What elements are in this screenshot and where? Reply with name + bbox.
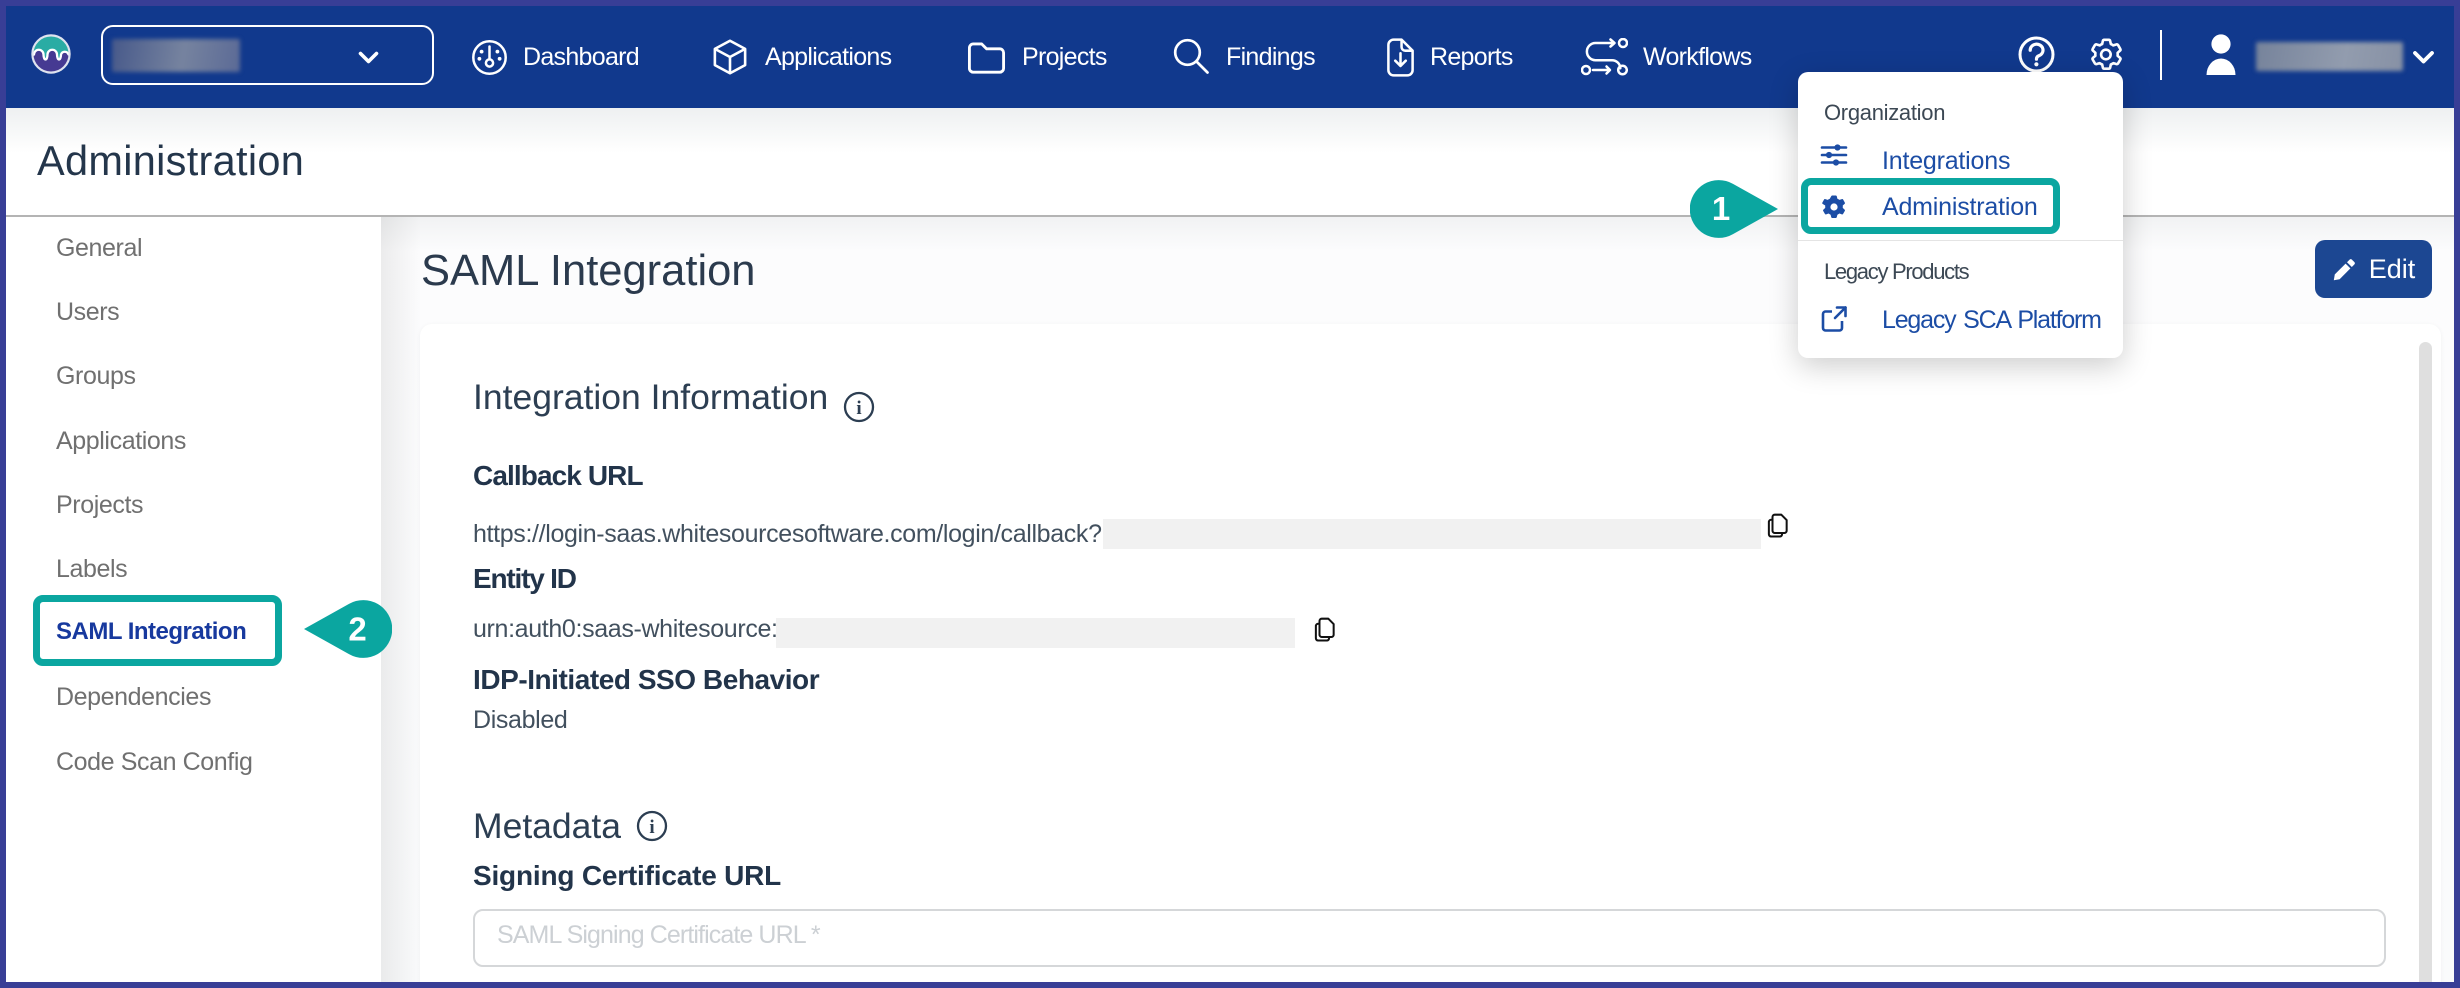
- svg-text:1: 1: [1712, 190, 1730, 227]
- svg-text:i: i: [856, 398, 861, 419]
- svg-text:i: i: [649, 817, 654, 838]
- svg-text:2: 2: [348, 611, 366, 648]
